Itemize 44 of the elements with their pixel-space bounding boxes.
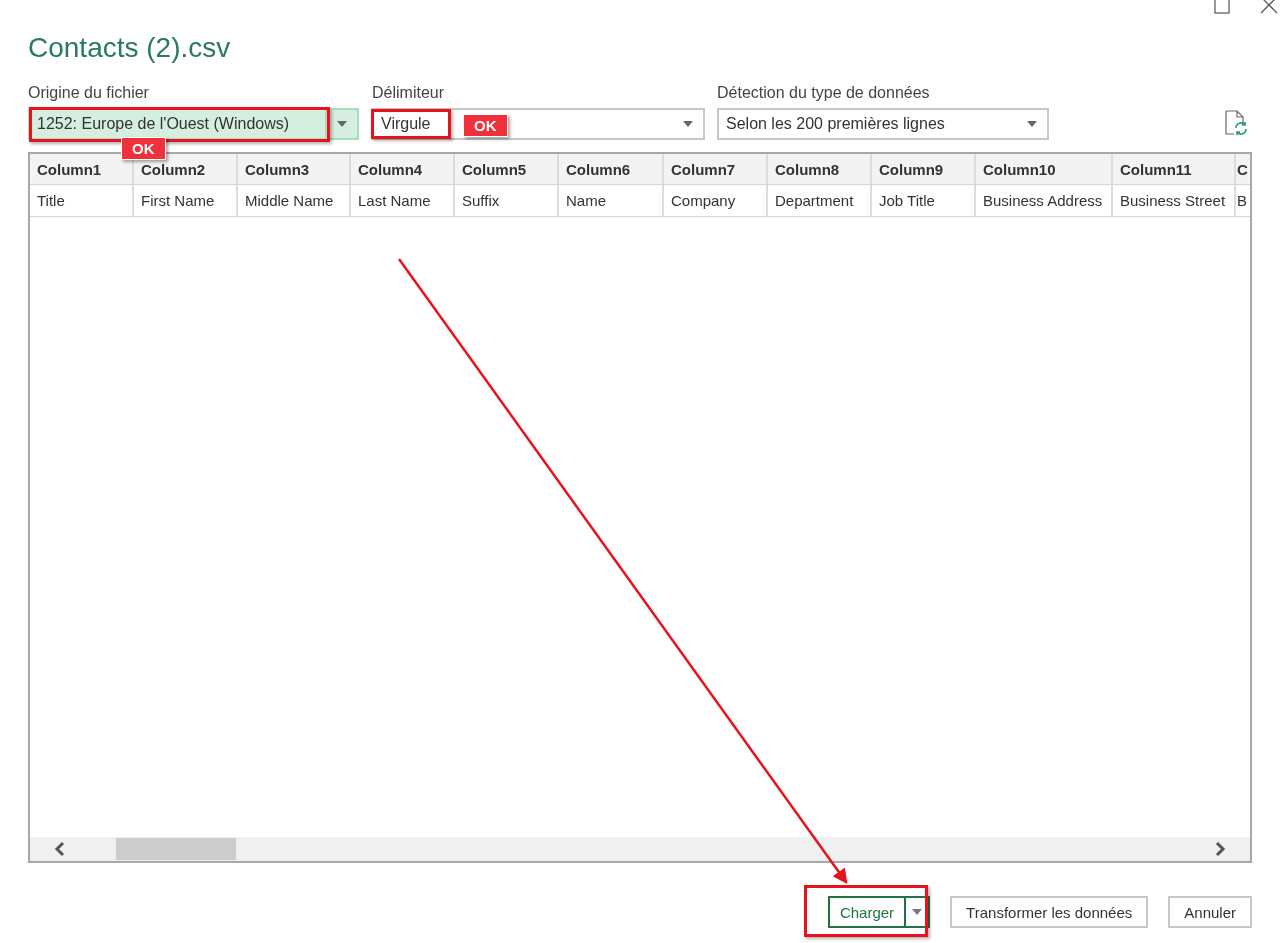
column-header: Column4 — [351, 154, 455, 184]
table-cell-text: B — [1236, 191, 1248, 211]
table-cell: Title — [30, 185, 134, 216]
caret-icon — [1027, 121, 1037, 127]
column-header: C — [1236, 159, 1249, 180]
table-cell: Name — [559, 185, 664, 216]
table-cell: First Name — [134, 185, 238, 216]
field-label: Détection du type de données — [717, 84, 931, 103]
close-icon[interactable] — [1260, 0, 1278, 14]
dialog-title: Contacts (2).csv — [28, 32, 232, 65]
column-header: Column6 — [559, 154, 664, 184]
table-cell: Middle Name — [238, 185, 351, 216]
table-cell: Job Title — [872, 185, 976, 216]
dropdown-field[interactable]: 1252: Europe de l'Ouest (Windows) — [28, 108, 359, 140]
caret-icon — [683, 121, 693, 127]
maximize-icon[interactable] — [1214, 0, 1230, 14]
dialog-button[interactable]: Annuler — [1168, 896, 1252, 928]
caret-icon — [337, 121, 347, 127]
column-header: Column7 — [664, 154, 768, 184]
column-header: Column10 — [976, 154, 1113, 184]
caret-icon — [912, 909, 923, 915]
table-cell: Business Street — [1113, 185, 1236, 216]
column-header: Column11 — [1113, 154, 1236, 184]
column-header: Column3 — [238, 154, 351, 184]
ok-badge: OK — [463, 114, 508, 137]
scroll-thumb[interactable] — [116, 838, 236, 860]
scroll-right-icon[interactable] — [1214, 841, 1226, 857]
table-cell: Last Name — [351, 185, 455, 216]
field-label: Délimiteur — [372, 84, 445, 103]
field-label: Origine du fichier — [28, 84, 150, 103]
dropdown-field[interactable]: Selon les 200 premières lignes — [717, 108, 1049, 140]
table-cell: Suffix — [455, 185, 559, 216]
table-cell: Department — [768, 185, 872, 216]
scroll-left-icon[interactable] — [54, 841, 66, 857]
table-cell: Company — [664, 185, 768, 216]
dialog-button[interactable]: Transformer les données — [950, 896, 1149, 928]
column-header: Column9 — [872, 154, 976, 184]
table-cell: Business Address — [976, 185, 1113, 216]
column-header: Column8 — [768, 154, 872, 184]
refresh-file-icon[interactable] — [1224, 110, 1248, 136]
horizontal-scrollbar[interactable] — [30, 837, 1250, 861]
column-header: Column5 — [455, 154, 559, 184]
load-split-button[interactable]: Charger — [827, 896, 931, 928]
ok-badge: OK — [121, 137, 166, 160]
